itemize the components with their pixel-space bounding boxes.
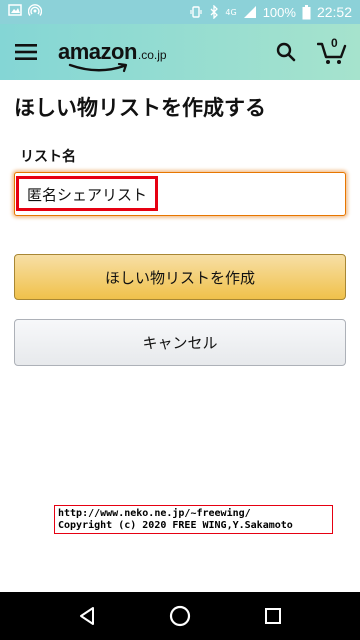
status-right: 4G 100% 22:52 (189, 4, 352, 20)
list-name-input[interactable]: 匿名シェアリスト (14, 172, 346, 216)
vibrate-icon (189, 5, 203, 19)
cancel-button-label: キャンセル (142, 334, 218, 352)
logo-suffix: .co.jp (137, 48, 167, 62)
status-bar: 4G 100% 22:52 (0, 0, 360, 24)
menu-icon[interactable] (12, 38, 40, 66)
page-title: ほしい物リストを作成する (14, 96, 266, 120)
header-actions: 0 (270, 36, 348, 68)
copyright-text: Copyright (c) 2020 FREE WING,Y.Sakamoto (58, 520, 293, 531)
back-icon[interactable] (67, 596, 107, 636)
amazon-logo[interactable]: amazon .co.jp (58, 39, 167, 73)
logo-smile-icon (68, 63, 128, 73)
navigation-bar (0, 592, 360, 640)
bluetooth-icon (209, 5, 219, 19)
signal-icon (243, 5, 257, 19)
search-icon[interactable] (270, 36, 302, 68)
image-notification-icon (8, 3, 22, 21)
cart-icon[interactable]: 0 (316, 36, 348, 68)
network-type-label: 4G (225, 7, 237, 17)
create-list-button[interactable]: ほしい物リストを作成 (14, 254, 346, 300)
battery-icon (302, 4, 311, 20)
battery-percent: 100% (262, 4, 296, 20)
recents-icon[interactable] (253, 596, 293, 636)
home-icon[interactable] (160, 596, 200, 636)
status-left (8, 3, 43, 21)
cart-count: 0 (331, 36, 338, 50)
list-name-label: リスト名 (20, 149, 76, 165)
copyright-watermark: http://www.neko.ne.jp/~freewing/ Copyrig… (54, 505, 333, 534)
clock: 22:52 (316, 4, 352, 20)
cancel-button[interactable]: キャンセル (14, 319, 346, 366)
create-list-button-label: ほしい物リストを作成 (104, 268, 255, 287)
list-name-value: 匿名シェアリスト (27, 185, 148, 204)
hotspot-icon (27, 3, 43, 21)
app-header: amazon .co.jp 0 (0, 24, 360, 80)
copyright-url: http://www.neko.ne.jp/~freewing/ (58, 508, 251, 519)
logo-text: amazon (58, 39, 137, 64)
